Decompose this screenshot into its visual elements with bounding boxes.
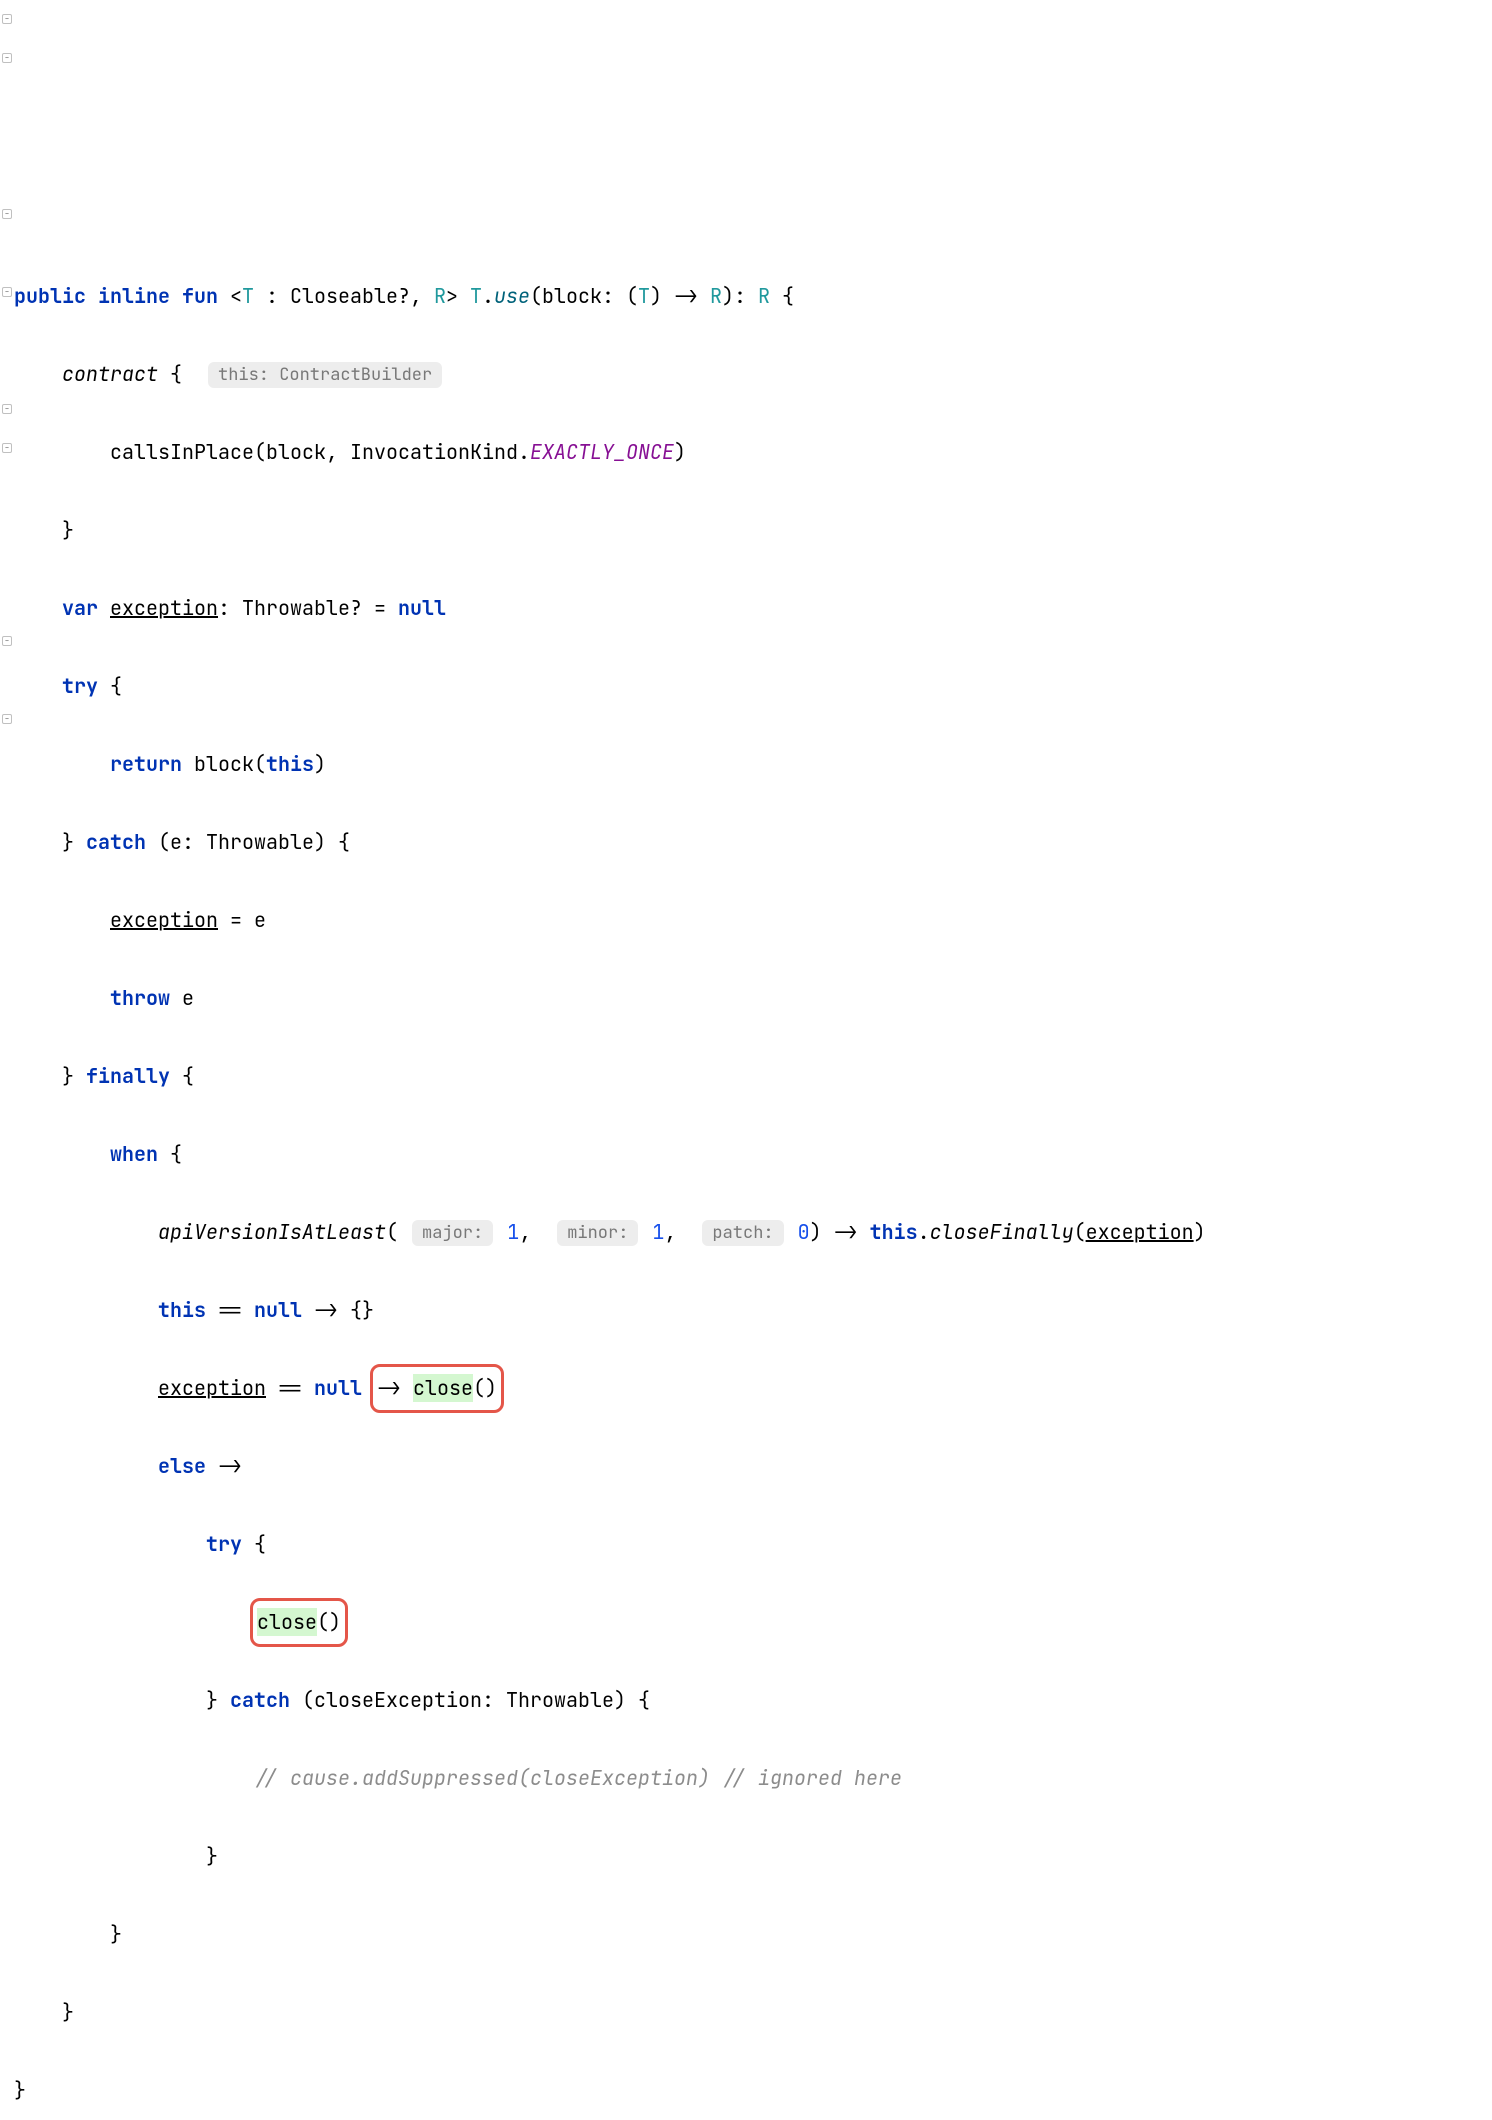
code-line[interactable]: public inline fun <T : Closeable?, R> T.… — [14, 277, 1492, 316]
call-closeFinally: closeFinally — [930, 1219, 1074, 1245]
keyword-var: var — [62, 595, 98, 621]
search-highlight: close() — [250, 1598, 348, 1647]
code-line[interactable]: } — [14, 1837, 1492, 1876]
code-line[interactable]: else -> — [14, 1447, 1492, 1486]
code-line[interactable]: throw e — [14, 979, 1492, 1018]
keyword-finally: finally — [86, 1063, 170, 1089]
code-line[interactable]: var exception: Throwable? = null — [14, 589, 1492, 628]
code-line[interactable]: exception == null -> close() — [14, 1369, 1492, 1408]
fold-marker-icon[interactable] — [2, 14, 12, 24]
keyword-try: try — [62, 673, 98, 699]
param-closeException: closeException — [314, 1687, 482, 1713]
code-editor-content[interactable]: public inline fun <T : Closeable?, R> T.… — [14, 238, 1492, 2120]
enum-exactly-once: EXACTLY_ONCE — [530, 439, 674, 465]
code-line[interactable]: } catch (e: Throwable) { — [14, 823, 1492, 862]
fold-marker-icon[interactable] — [2, 53, 12, 63]
type-closeable: Closeable? — [290, 283, 410, 309]
keyword-throw: throw — [110, 985, 170, 1011]
code-line[interactable]: } finally { — [14, 1057, 1492, 1096]
keyword-catch: catch — [86, 829, 146, 855]
keyword-when: when — [110, 1141, 158, 1167]
function-name-use: use — [494, 283, 530, 309]
comment: // cause.addSuppressed(closeException) /… — [254, 1765, 902, 1791]
keyword-this: this — [266, 751, 314, 777]
code-line[interactable]: contract { this: ContractBuilder — [14, 355, 1492, 394]
keyword-fun: fun — [182, 283, 218, 309]
code-line[interactable]: } catch (closeException: Throwable) { — [14, 1681, 1492, 1720]
call-close: close — [257, 1609, 317, 1635]
inlay-hint-minor[interactable]: minor: — [557, 1220, 638, 1246]
inlay-hint-patch[interactable]: patch: — [702, 1220, 783, 1246]
code-line[interactable]: try { — [14, 1525, 1492, 1564]
code-line[interactable]: exception = e — [14, 901, 1492, 940]
code-line[interactable]: this == null -> {} — [14, 1291, 1492, 1330]
fold-marker-icon[interactable] — [2, 636, 12, 646]
inlay-hint[interactable]: this: ContractBuilder — [208, 362, 442, 388]
editor-gutter — [0, 0, 14, 2120]
call-contract: contract — [62, 361, 158, 387]
fold-marker-icon[interactable] — [2, 287, 12, 297]
fold-marker-icon[interactable] — [2, 443, 12, 453]
code-line[interactable]: return block(this) — [14, 745, 1492, 784]
code-line[interactable]: } — [14, 1993, 1492, 2032]
type-param-T: T — [242, 283, 254, 309]
call-apiVersion: apiVersionIsAtLeast — [158, 1219, 386, 1245]
keyword-return: return — [110, 751, 182, 777]
search-highlight: -> close() — [370, 1364, 504, 1413]
fold-marker-icon[interactable] — [2, 714, 12, 724]
keyword-public: public — [14, 283, 86, 309]
keyword-inline: inline — [98, 283, 170, 309]
code-line[interactable]: callsInPlace(block, InvocationKind.EXACT… — [14, 433, 1492, 472]
call-close: close — [413, 1375, 473, 1401]
keyword-else: else — [158, 1453, 206, 1479]
inlay-hint-major[interactable]: major: — [412, 1220, 493, 1246]
code-line[interactable]: } — [14, 1915, 1492, 1954]
code-line[interactable]: try { — [14, 667, 1492, 706]
code-line[interactable]: } — [14, 511, 1492, 550]
type-param-R: R — [434, 283, 446, 309]
code-line[interactable]: } — [14, 2071, 1492, 2110]
fold-marker-icon[interactable] — [2, 404, 12, 414]
call-callsInPlace: callsInPlace — [110, 439, 254, 465]
code-line[interactable]: when { — [14, 1135, 1492, 1174]
code-line[interactable]: close() — [14, 1603, 1492, 1642]
var-exception: exception — [110, 595, 218, 621]
code-line[interactable]: apiVersionIsAtLeast( major: 1, minor: 1,… — [14, 1213, 1492, 1252]
code-line[interactable]: // cause.addSuppressed(closeException) /… — [14, 1759, 1492, 1798]
fold-marker-icon[interactable] — [2, 209, 12, 219]
